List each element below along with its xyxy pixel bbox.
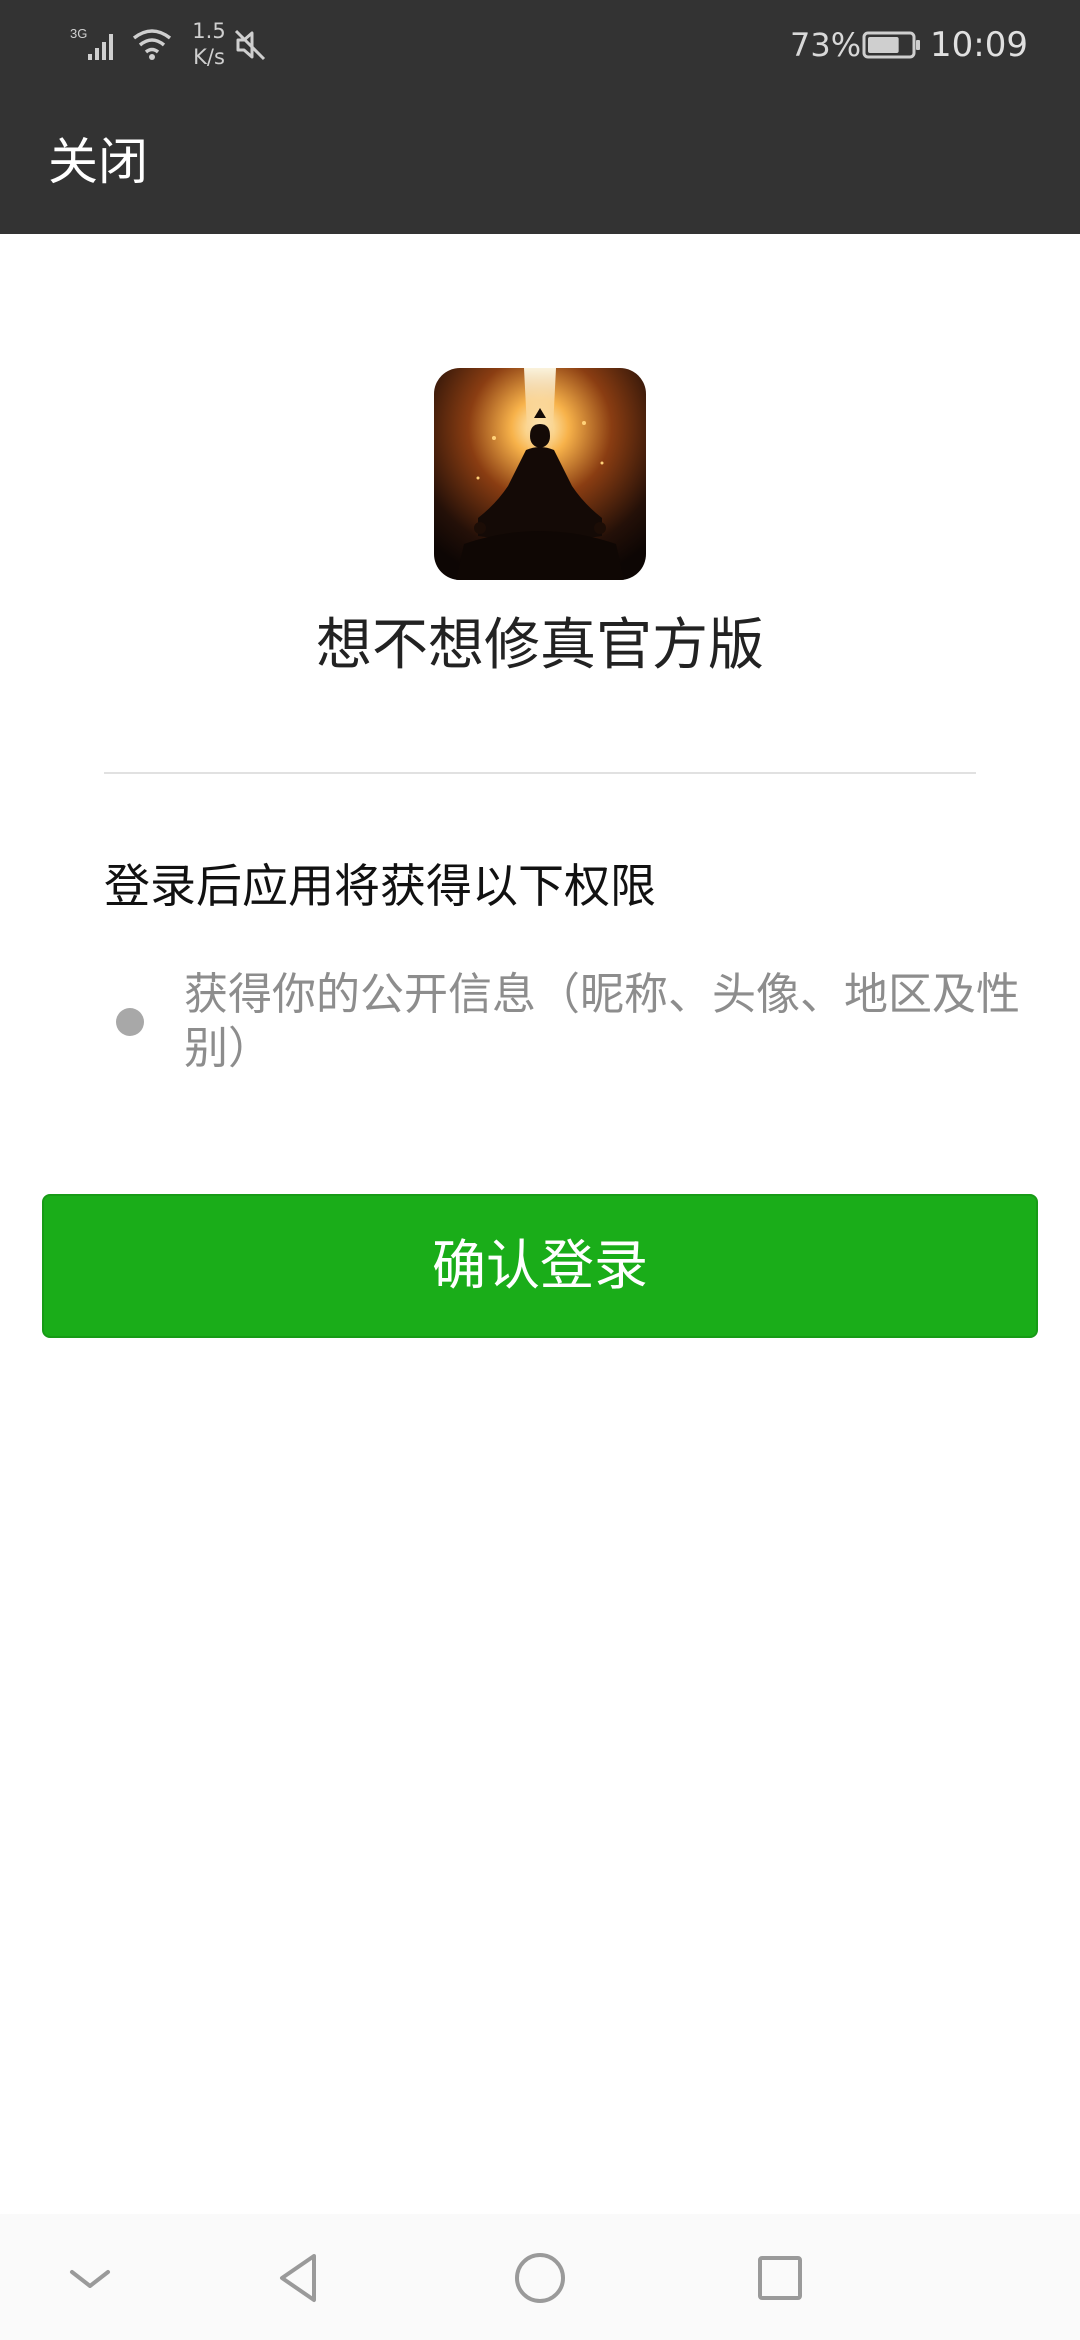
clock: 10:09 bbox=[930, 25, 1028, 65]
status-bar: 3G 1.5 K/s 73% 10:09 bbox=[0, 0, 1080, 90]
wifi-icon bbox=[130, 26, 174, 62]
chevron-down-icon[interactable] bbox=[60, 2248, 120, 2308]
battery-percent: 73% bbox=[790, 26, 862, 64]
network-speed: 1.5 K/s bbox=[184, 18, 234, 70]
close-button[interactable]: 关闭 bbox=[48, 132, 148, 192]
title-bar: 关闭 bbox=[0, 90, 1080, 234]
back-icon[interactable] bbox=[270, 2248, 330, 2308]
app-name: 想不想修真官方版 bbox=[316, 613, 764, 678]
speed-value: 1.5 bbox=[192, 19, 226, 43]
battery-fill bbox=[868, 37, 899, 53]
permissions-heading: 登录后应用将获得以下权限 bbox=[104, 859, 656, 913]
confirm-login-button[interactable]: 确认登录 bbox=[42, 1194, 1038, 1338]
navigation-bar bbox=[0, 2214, 1080, 2340]
app-icon bbox=[434, 368, 646, 580]
network-type-label: 3G bbox=[70, 26, 87, 41]
mute-icon bbox=[232, 26, 268, 64]
home-icon[interactable] bbox=[510, 2248, 570, 2308]
signal-icon: 3G bbox=[70, 24, 122, 64]
battery-icon bbox=[862, 30, 922, 60]
divider bbox=[104, 772, 976, 774]
bullet-dot-icon bbox=[116, 1008, 144, 1036]
recents-icon[interactable] bbox=[750, 2248, 810, 2308]
speed-unit: K/s bbox=[193, 45, 225, 69]
permission-text: 获得你的公开信息（昵称、头像、地区及性别） bbox=[184, 969, 1020, 1074]
